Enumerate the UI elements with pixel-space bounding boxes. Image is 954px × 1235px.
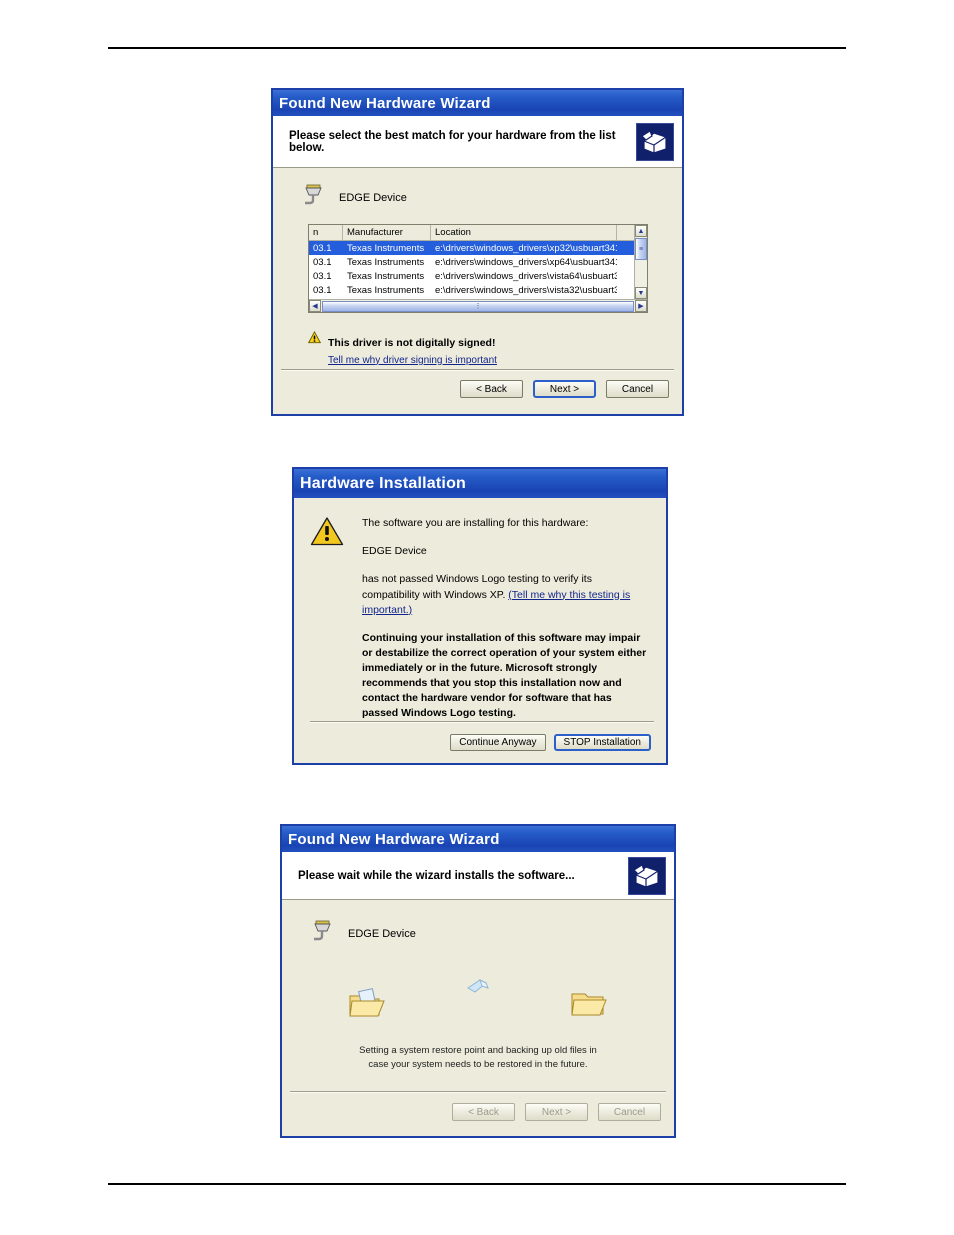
flying-document-icon: [466, 978, 490, 1001]
dialog-message: The software you are installing for this…: [362, 516, 650, 721]
cancel-button[interactable]: Cancel: [606, 380, 669, 398]
footer-separator: [290, 1091, 666, 1092]
cell-manufacturer: Texas Instruments: [347, 242, 425, 254]
driver-signing-link[interactable]: Tell me why driver signing is important: [328, 354, 497, 368]
titlebar[interactable]: Found New Hardware Wizard: [282, 826, 674, 852]
list-header-row: n Manufacturer Location: [309, 225, 636, 241]
hardware-wizard-icon: [628, 856, 666, 895]
wizard-header: Please select the best match for your ha…: [273, 116, 682, 168]
cell-location: e:\drivers\windows_drivers\xp64\usbuart3…: [435, 256, 617, 268]
install-status-text: Setting a system restore point and backi…: [282, 1044, 674, 1073]
scroll-left-icon[interactable]: ◀: [309, 300, 321, 312]
install-device-name: EDGE Device: [362, 545, 427, 558]
page-footer-rule: [108, 1183, 846, 1185]
titlebar[interactable]: Hardware Installation: [294, 469, 666, 498]
warning-triangle-icon: [307, 330, 322, 367]
scroll-right-icon[interactable]: ▶: [635, 300, 647, 312]
next-button[interactable]: Next >: [533, 380, 596, 398]
driver-list[interactable]: n Manufacturer Location 03.1 Texas Instr…: [308, 224, 648, 313]
dialog-button-bar: Continue Anyway STOP Installation: [450, 734, 651, 751]
hardware-installation-dialog: Hardware Installation The software you a…: [292, 467, 668, 765]
titlebar[interactable]: Found New Hardware Wizard: [273, 90, 682, 116]
wizard-header-text: Please select the best match for your ha…: [289, 129, 616, 154]
logo-testing-line: has not passed Windows Logo testing to v…: [362, 572, 650, 618]
usb-device-icon: [310, 918, 336, 949]
cell-manufacturer: Texas Instruments: [347, 270, 425, 282]
continue-anyway-button[interactable]: Continue Anyway: [450, 734, 546, 751]
install-status-line-2: case your system needs to be restored in…: [368, 1059, 588, 1071]
window-title: Found New Hardware Wizard: [288, 830, 500, 848]
open-folder-icon: [570, 986, 608, 1025]
warning-triangle-icon: [310, 516, 344, 721]
table-row[interactable]: 03.1 Texas Instruments e:\drivers\window…: [309, 241, 636, 255]
cell-manufacturer: Texas Instruments: [347, 256, 425, 268]
column-header-location[interactable]: Location: [431, 225, 617, 240]
wizard-header: Please wait while the wizard installs th…: [282, 852, 674, 900]
wizard-body: EDGE Device n Manufacturer Location 03.1…: [273, 168, 682, 412]
table-row[interactable]: 03.1 Texas Instruments e:\drivers\window…: [309, 283, 636, 297]
usb-device-icon: [301, 182, 327, 213]
driver-signing-text: This driver is not digitally signed! Tel…: [328, 331, 497, 367]
wizard-header-text: Please wait while the wizard installs th…: [298, 869, 575, 882]
footer-separator: [281, 369, 674, 370]
wizard-button-bar: < Back Next > Cancel: [460, 380, 669, 398]
page-header-rule: [108, 47, 846, 49]
footer-separator: [310, 721, 654, 722]
cell-manufacturer: Texas Instruments: [347, 284, 425, 296]
install-warning-body: Continuing your installation of this sof…: [362, 632, 647, 719]
found-new-hardware-wizard-select-driver: Found New Hardware Wizard Please select …: [271, 88, 684, 416]
vertical-scroll-thumb[interactable]: ≡: [635, 238, 647, 260]
open-folder-with-file-icon: [348, 986, 386, 1025]
column-header-manufacturer[interactable]: Manufacturer: [343, 225, 431, 240]
driver-signing-warning: This driver is not digitally signed! Tel…: [307, 330, 497, 367]
scroll-down-icon[interactable]: ▼: [635, 287, 647, 299]
cancel-button: Cancel: [598, 1103, 661, 1121]
wizard-button-bar: < Back Next > Cancel: [452, 1103, 661, 1121]
wizard-body: EDGE Device Setting a system restore poi…: [282, 900, 674, 1134]
vertical-scroll-track[interactable]: [635, 260, 647, 287]
vertical-scrollbar[interactable]: ▲ ≡ ▼: [634, 225, 647, 299]
cell-inf: 03.1: [313, 242, 332, 254]
device-label: EDGE Device: [348, 927, 416, 940]
horizontal-scrollbar[interactable]: ◀ ⋮ ▶: [309, 299, 647, 312]
dialog-body: The software you are installing for this…: [294, 498, 666, 721]
column-header-inf[interactable]: n: [309, 225, 343, 240]
found-new-hardware-wizard-installing: Found New Hardware Wizard Please wait wh…: [280, 824, 676, 1138]
window-title: Hardware Installation: [300, 474, 467, 492]
device-label: EDGE Device: [339, 191, 407, 204]
hardware-wizard-icon: [636, 122, 674, 161]
file-copy-animation: [282, 978, 674, 1032]
next-button: Next >: [525, 1103, 588, 1121]
horizontal-scroll-thumb[interactable]: ⋮: [322, 300, 634, 312]
stop-installation-button[interactable]: STOP Installation: [553, 734, 651, 751]
device-row: EDGE Device: [273, 168, 682, 213]
window-title: Found New Hardware Wizard: [279, 94, 491, 112]
back-button: < Back: [452, 1103, 515, 1121]
back-button[interactable]: < Back: [460, 380, 523, 398]
cell-location: e:\drivers\windows_drivers\xp32\usbuart3…: [435, 242, 617, 254]
cell-inf: 03.1: [313, 284, 332, 296]
device-row: EDGE Device: [282, 900, 674, 949]
cell-inf: 03.1: [313, 270, 332, 282]
table-row[interactable]: 03.1 Texas Instruments e:\drivers\window…: [309, 269, 636, 283]
install-intro-line: The software you are installing for this…: [362, 517, 589, 529]
install-status-line-1: Setting a system restore point and backi…: [359, 1045, 597, 1056]
cell-location: e:\drivers\windows_drivers\vista64\usbua…: [435, 270, 617, 282]
cell-inf: 03.1: [313, 256, 332, 268]
scroll-up-icon[interactable]: ▲: [635, 225, 647, 237]
cell-location: e:\drivers\windows_drivers\vista32\usbua…: [435, 284, 617, 296]
driver-signing-title: This driver is not digitally signed!: [328, 337, 496, 349]
table-row[interactable]: 03.1 Texas Instruments e:\drivers\window…: [309, 255, 636, 269]
